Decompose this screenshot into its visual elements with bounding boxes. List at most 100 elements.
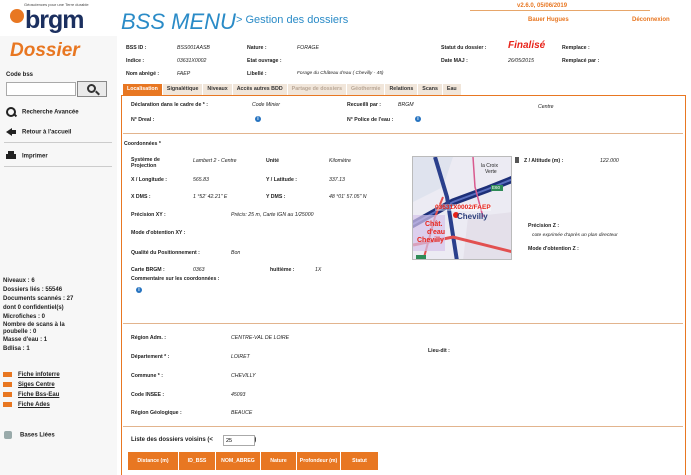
- z-value: 122.000: [600, 158, 619, 164]
- fiche-bss-eau-link[interactable]: Fiche Bss-Eau: [3, 392, 59, 398]
- ydms-label: Y DMS :: [266, 194, 286, 200]
- police-eau-label: N° Police de l'eau :: [347, 117, 394, 123]
- carte-brgm-value: 0363: [193, 267, 205, 273]
- info-icon[interactable]: i: [136, 287, 142, 293]
- section-divider: [123, 133, 683, 134]
- bases-liees-link[interactable]: Bases Liées: [4, 431, 55, 439]
- codebss-label: Code bss: [6, 72, 34, 78]
- column-header-id-bss[interactable]: ID_BSS: [179, 452, 216, 470]
- etat-ouvrage-label: Etat ouvrage :: [247, 58, 282, 64]
- stat-niveaux: Niveaux : 6: [3, 278, 35, 284]
- indice-label: Indice :: [126, 58, 145, 64]
- map-chateau-label: d'eau: [427, 229, 446, 236]
- search-icon: [6, 107, 16, 117]
- codebss-input[interactable]: [6, 82, 76, 96]
- scrollbar-handle[interactable]: [515, 157, 519, 163]
- location-map[interactable]: la Croix Verte E60 03631X0002/FAEP Chevi…: [412, 156, 512, 260]
- back-arrow-icon: [6, 127, 16, 137]
- statut-label: Statut du dossier :: [441, 45, 487, 51]
- unite-value: Kilomètre: [329, 158, 351, 164]
- recueilli-extra: Centre: [538, 104, 554, 110]
- precision-xy-label: Précision XY :: [131, 212, 166, 218]
- stat-microfiches: Microfiches : 0: [3, 314, 46, 320]
- y-value: 337.13: [329, 177, 345, 183]
- stat-scans-poubelle-count: poubelle : 0: [3, 329, 37, 335]
- codebss-search-button[interactable]: [77, 81, 107, 97]
- stat-dossiers-lies: Dossiers liés : 55546: [3, 287, 63, 293]
- departement-label: Département * :: [131, 354, 170, 360]
- map-marker-label: 03631X0002/FAEP: [435, 204, 491, 211]
- y-label: Y / Latitude :: [266, 177, 298, 183]
- print-link[interactable]: Imprimer: [6, 151, 48, 161]
- map-place-label: Verte: [485, 169, 497, 175]
- bss-id-value: BSS001AASB: [177, 45, 210, 51]
- column-header-profondeur[interactable]: Profondeur (m): [297, 452, 341, 470]
- stat-confidentiel: dont 0 confidentiel(s): [3, 305, 64, 311]
- column-header-statut[interactable]: Statut: [341, 452, 379, 470]
- column-header-nom-abreg[interactable]: NOM_ABREG: [216, 452, 261, 470]
- date-maj-label: Date MAJ :: [441, 58, 468, 64]
- commentaire-label: Commentaire sur les coordonnées :: [131, 276, 220, 282]
- map-town-label: Chevilly: [457, 212, 488, 221]
- fiche-infoterre-link[interactable]: Fiche infoterre: [3, 372, 60, 378]
- statut-value: Finalisé: [508, 40, 546, 51]
- lieu-dit-label: Lieu-dit :: [428, 348, 450, 354]
- localisation-panel: [121, 95, 686, 475]
- map-chateau-label: Chevilly: [417, 237, 444, 244]
- home-link[interactable]: Retour à l'accueil: [6, 127, 71, 137]
- column-header-nature[interactable]: Nature: [261, 452, 297, 470]
- column-header-distance[interactable]: Distance (m): [128, 452, 179, 470]
- tab-relations[interactable]: Relations: [385, 84, 418, 95]
- app-title: BSS MENU: [121, 9, 236, 34]
- stat-masse-eau: Masse d'eau : 1: [3, 337, 48, 343]
- declaration-label: Déclaration dans le cadre de * :: [131, 102, 208, 108]
- code-insee-label: Code INSEE :: [131, 392, 165, 398]
- section-divider: [123, 426, 683, 427]
- ydms-value: 48 °01' 57.05" N: [329, 194, 367, 200]
- indice-value: 03631X0002: [177, 58, 207, 64]
- logout-link[interactable]: Déconnexion: [632, 17, 670, 23]
- tab-acces-autres-bdd[interactable]: Accès autres BDD: [232, 84, 287, 95]
- stat-documents: Documents scannés : 27: [3, 296, 74, 302]
- map-road-label: E60: [492, 185, 501, 190]
- region-adm-value: CENTRE-VAL DE LOIRE: [231, 335, 290, 341]
- z-label: Z / Altitude (m) :: [524, 158, 564, 164]
- tab-eau[interactable]: Eau: [442, 84, 461, 95]
- sidebar: Dossier Code bss Recherche Avancée Retou…: [0, 36, 117, 475]
- qualite-label: Qualité du Positionnement :: [131, 250, 200, 256]
- advanced-search-link[interactable]: Recherche Avancée: [6, 107, 79, 117]
- tab-localisation[interactable]: Localisation: [123, 84, 162, 95]
- bss-id-label: BSS ID :: [126, 45, 147, 51]
- libelle-label: Libellé :: [247, 71, 267, 77]
- tab-scans[interactable]: Scans: [418, 84, 442, 95]
- tab-niveaux[interactable]: Niveaux: [203, 84, 232, 95]
- neighbors-distance-input[interactable]: [223, 435, 255, 446]
- printer-icon: [6, 151, 16, 161]
- section-divider: [123, 323, 683, 324]
- info-icon[interactable]: i: [255, 116, 261, 122]
- link-icon: [3, 392, 12, 397]
- region-geologique-value: BEAUCE: [231, 410, 253, 416]
- x-label: X / Longitude :: [131, 177, 168, 183]
- mode-xy-label: Mode d'obtention XY :: [131, 230, 186, 236]
- remplace-label: Remplace :: [562, 45, 590, 51]
- carte-brgm-label: Carte BRGM :: [131, 267, 165, 273]
- precision-xy-value: Précis: 25 m, Carte IGN au 1/25000: [231, 212, 314, 218]
- siges-centre-link[interactable]: Siges Centre: [3, 382, 55, 388]
- sidebar-title: Dossier: [10, 40, 80, 61]
- user-name: Bauer Hugues: [528, 17, 569, 23]
- dreal-label: N° Dreal :: [131, 117, 155, 123]
- nature-value: FORAGE: [297, 45, 319, 51]
- stat-bdlisa: Bdlisa : 1: [3, 346, 30, 352]
- libelle-value: Forage du Château d'eau ( Chevilly - 45): [297, 71, 384, 76]
- nom-abrege-value: FAEP: [177, 71, 191, 77]
- dossier-stats: Niveaux : 6 Dossiers liés : 55546 Docume…: [3, 277, 115, 354]
- neighbors-table-header: Distance (m) ID_BSS NOM_ABREG Nature Pro…: [128, 452, 379, 470]
- link-icon: [3, 382, 12, 387]
- recueilli-value: BRGM: [398, 102, 414, 108]
- info-icon[interactable]: i: [415, 116, 421, 122]
- fiche-ades-link[interactable]: Fiche Ades: [3, 402, 50, 408]
- nom-abrege-label: Nom abrégé :: [126, 71, 160, 77]
- recueilli-label: Recueilli par :: [347, 102, 382, 108]
- tab-signaletique[interactable]: Signalétique: [162, 84, 203, 95]
